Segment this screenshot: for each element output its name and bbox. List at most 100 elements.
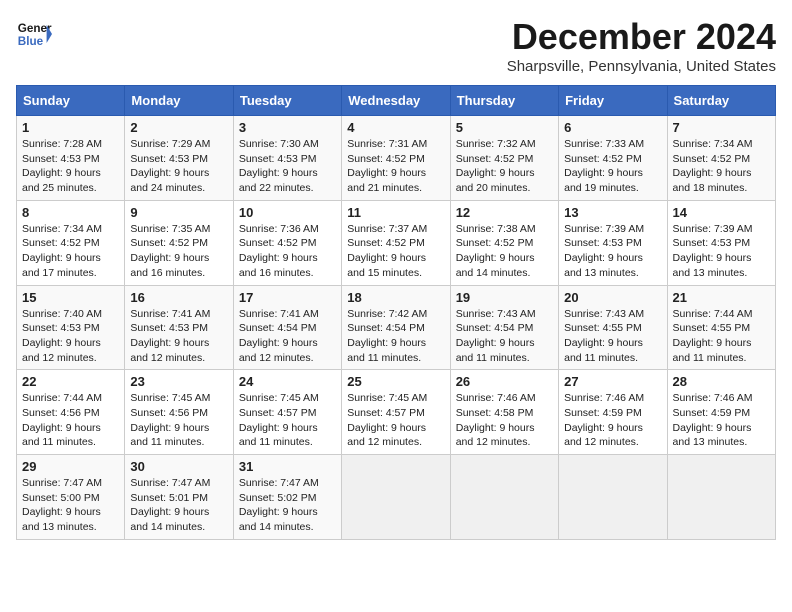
week-row-4: 22 Sunrise: 7:44 AMSunset: 4:56 PMDayligh… (17, 370, 776, 455)
calendar-cell: 23 Sunrise: 7:45 AMSunset: 4:56 PMDayligh… (125, 370, 233, 455)
day-number: 19 (456, 290, 553, 305)
calendar-cell: 31 Sunrise: 7:47 AMSunset: 5:02 PMDayligh… (233, 455, 341, 540)
calendar-cell (342, 455, 450, 540)
calendar-cell: 29 Sunrise: 7:47 AMSunset: 5:00 PMDayligh… (17, 455, 125, 540)
calendar-cell: 28 Sunrise: 7:46 AMSunset: 4:59 PMDayligh… (667, 370, 775, 455)
calendar-cell: 4Sunrise: 7:31 AMSunset: 4:52 PMDaylight… (342, 116, 450, 201)
day-number: 9 (130, 205, 227, 220)
day-number: 18 (347, 290, 444, 305)
day-number: 29 (22, 459, 119, 474)
cell-content: Sunrise: 7:43 AMSunset: 4:55 PMDaylight:… (564, 307, 661, 366)
calendar-cell: 1Sunrise: 7:28 AMSunset: 4:53 PMDaylight… (17, 116, 125, 201)
calendar-cell: 25Sunrise: 7:45 AMSunset: 4:57 PMDayligh… (342, 370, 450, 455)
cell-content: Sunrise: 7:37 AMSunset: 4:52 PMDaylight:… (347, 222, 444, 281)
day-number: 8 (22, 205, 119, 220)
col-header-wednesday: Wednesday (342, 86, 450, 116)
cell-content: Sunrise: 7:44 AMSunset: 4:55 PMDaylight:… (673, 307, 770, 366)
location-title: Sharpsville, Pennsylvania, United States (507, 58, 776, 75)
day-number: 31 (239, 459, 336, 474)
day-number: 27 (564, 374, 661, 389)
day-number: 16 (130, 290, 227, 305)
cell-content: Sunrise: 7:47 AMSunset: 5:02 PMDaylight:… (239, 476, 336, 535)
day-number: 3 (239, 120, 336, 135)
cell-content: Sunrise: 7:36 AMSunset: 4:52 PMDaylight:… (239, 222, 336, 281)
cell-content: Sunrise: 7:46 AMSunset: 4:59 PMDaylight:… (673, 391, 770, 450)
day-number: 11 (347, 205, 444, 220)
cell-content: Sunrise: 7:39 AMSunset: 4:53 PMDaylight:… (564, 222, 661, 281)
day-number: 28 (673, 374, 770, 389)
col-header-friday: Friday (559, 86, 667, 116)
day-number: 22 (22, 374, 119, 389)
cell-content: Sunrise: 7:40 AMSunset: 4:53 PMDaylight:… (22, 307, 119, 366)
title-area: December 2024 Sharpsville, Pennsylvania,… (507, 16, 776, 75)
logo: General Blue (16, 16, 52, 52)
cell-content: Sunrise: 7:44 AMSunset: 4:56 PMDaylight:… (22, 391, 119, 450)
day-number: 20 (564, 290, 661, 305)
calendar-cell: 19 Sunrise: 7:43 AMSunset: 4:54 PMDayligh… (450, 285, 558, 370)
day-number: 5 (456, 120, 553, 135)
calendar-cell: 2 Sunrise: 7:29 AMSunset: 4:53 PMDaylight… (125, 116, 233, 201)
calendar-cell: 16Sunrise: 7:41 AMSunset: 4:53 PMDayligh… (125, 285, 233, 370)
col-header-sunday: Sunday (17, 86, 125, 116)
calendar-cell: 14 Sunrise: 7:39 AMSunset: 4:53 PMDayligh… (667, 200, 775, 285)
cell-content: Sunrise: 7:43 AMSunset: 4:54 PMDaylight:… (456, 307, 553, 366)
calendar-table: SundayMondayTuesdayWednesdayThursdayFrid… (16, 85, 776, 540)
cell-content: Sunrise: 7:41 AMSunset: 4:54 PMDaylight:… (239, 307, 336, 366)
day-number: 10 (239, 205, 336, 220)
cell-content: Sunrise: 7:33 AMSunset: 4:52 PMDaylight:… (564, 137, 661, 196)
calendar-header-row: SundayMondayTuesdayWednesdayThursdayFrid… (17, 86, 776, 116)
week-row-3: 15Sunrise: 7:40 AMSunset: 4:53 PMDayligh… (17, 285, 776, 370)
calendar-cell: 5 Sunrise: 7:32 AMSunset: 4:52 PMDaylight… (450, 116, 558, 201)
col-header-thursday: Thursday (450, 86, 558, 116)
cell-content: Sunrise: 7:35 AMSunset: 4:52 PMDaylight:… (130, 222, 227, 281)
logo-icon: General Blue (16, 16, 52, 52)
calendar-cell: 21Sunrise: 7:44 AMSunset: 4:55 PMDayligh… (667, 285, 775, 370)
col-header-monday: Monday (125, 86, 233, 116)
calendar-cell: 18 Sunrise: 7:42 AMSunset: 4:54 PMDayligh… (342, 285, 450, 370)
week-row-2: 8 Sunrise: 7:34 AMSunset: 4:52 PMDaylight… (17, 200, 776, 285)
calendar-cell: 3 Sunrise: 7:30 AMSunset: 4:53 PMDaylight… (233, 116, 341, 201)
calendar-cell: 20 Sunrise: 7:43 AMSunset: 4:55 PMDayligh… (559, 285, 667, 370)
calendar-cell: 8 Sunrise: 7:34 AMSunset: 4:52 PMDaylight… (17, 200, 125, 285)
calendar-cell: 15Sunrise: 7:40 AMSunset: 4:53 PMDayligh… (17, 285, 125, 370)
calendar-cell: 11 Sunrise: 7:37 AMSunset: 4:52 PMDayligh… (342, 200, 450, 285)
week-row-1: 1Sunrise: 7:28 AMSunset: 4:53 PMDaylight… (17, 116, 776, 201)
day-number: 14 (673, 205, 770, 220)
month-title: December 2024 (507, 16, 776, 58)
calendar-cell (450, 455, 558, 540)
cell-content: Sunrise: 7:42 AMSunset: 4:54 PMDaylight:… (347, 307, 444, 366)
cell-content: Sunrise: 7:45 AMSunset: 4:57 PMDaylight:… (239, 391, 336, 450)
cell-content: Sunrise: 7:39 AMSunset: 4:53 PMDaylight:… (673, 222, 770, 281)
calendar-cell: 12 Sunrise: 7:38 AMSunset: 4:52 PMDayligh… (450, 200, 558, 285)
calendar-cell: 24Sunrise: 7:45 AMSunset: 4:57 PMDayligh… (233, 370, 341, 455)
calendar-cell: 10 Sunrise: 7:36 AMSunset: 4:52 PMDayligh… (233, 200, 341, 285)
cell-content: Sunrise: 7:38 AMSunset: 4:52 PMDaylight:… (456, 222, 553, 281)
day-number: 23 (130, 374, 227, 389)
header: General Blue December 2024 Sharpsville, … (16, 16, 776, 75)
day-number: 2 (130, 120, 227, 135)
cell-content: Sunrise: 7:45 AMSunset: 4:57 PMDaylight:… (347, 391, 444, 450)
cell-content: Sunrise: 7:29 AMSunset: 4:53 PMDaylight:… (130, 137, 227, 196)
calendar-cell: 7Sunrise: 7:34 AMSunset: 4:52 PMDaylight… (667, 116, 775, 201)
week-row-5: 29 Sunrise: 7:47 AMSunset: 5:00 PMDayligh… (17, 455, 776, 540)
calendar-cell: 13Sunrise: 7:39 AMSunset: 4:53 PMDayligh… (559, 200, 667, 285)
day-number: 4 (347, 120, 444, 135)
cell-content: Sunrise: 7:34 AMSunset: 4:52 PMDaylight:… (22, 222, 119, 281)
calendar-cell (667, 455, 775, 540)
col-header-saturday: Saturday (667, 86, 775, 116)
day-number: 26 (456, 374, 553, 389)
calendar-cell: 26Sunrise: 7:46 AMSunset: 4:58 PMDayligh… (450, 370, 558, 455)
day-number: 6 (564, 120, 661, 135)
calendar-cell (559, 455, 667, 540)
cell-content: Sunrise: 7:45 AMSunset: 4:56 PMDaylight:… (130, 391, 227, 450)
cell-content: Sunrise: 7:46 AMSunset: 4:59 PMDaylight:… (564, 391, 661, 450)
day-number: 1 (22, 120, 119, 135)
day-number: 12 (456, 205, 553, 220)
day-number: 7 (673, 120, 770, 135)
cell-content: Sunrise: 7:32 AMSunset: 4:52 PMDaylight:… (456, 137, 553, 196)
cell-content: Sunrise: 7:47 AMSunset: 5:00 PMDaylight:… (22, 476, 119, 535)
svg-text:Blue: Blue (18, 35, 44, 48)
cell-content: Sunrise: 7:30 AMSunset: 4:53 PMDaylight:… (239, 137, 336, 196)
calendar-cell: 27 Sunrise: 7:46 AMSunset: 4:59 PMDayligh… (559, 370, 667, 455)
calendar-cell: 30Sunrise: 7:47 AMSunset: 5:01 PMDayligh… (125, 455, 233, 540)
